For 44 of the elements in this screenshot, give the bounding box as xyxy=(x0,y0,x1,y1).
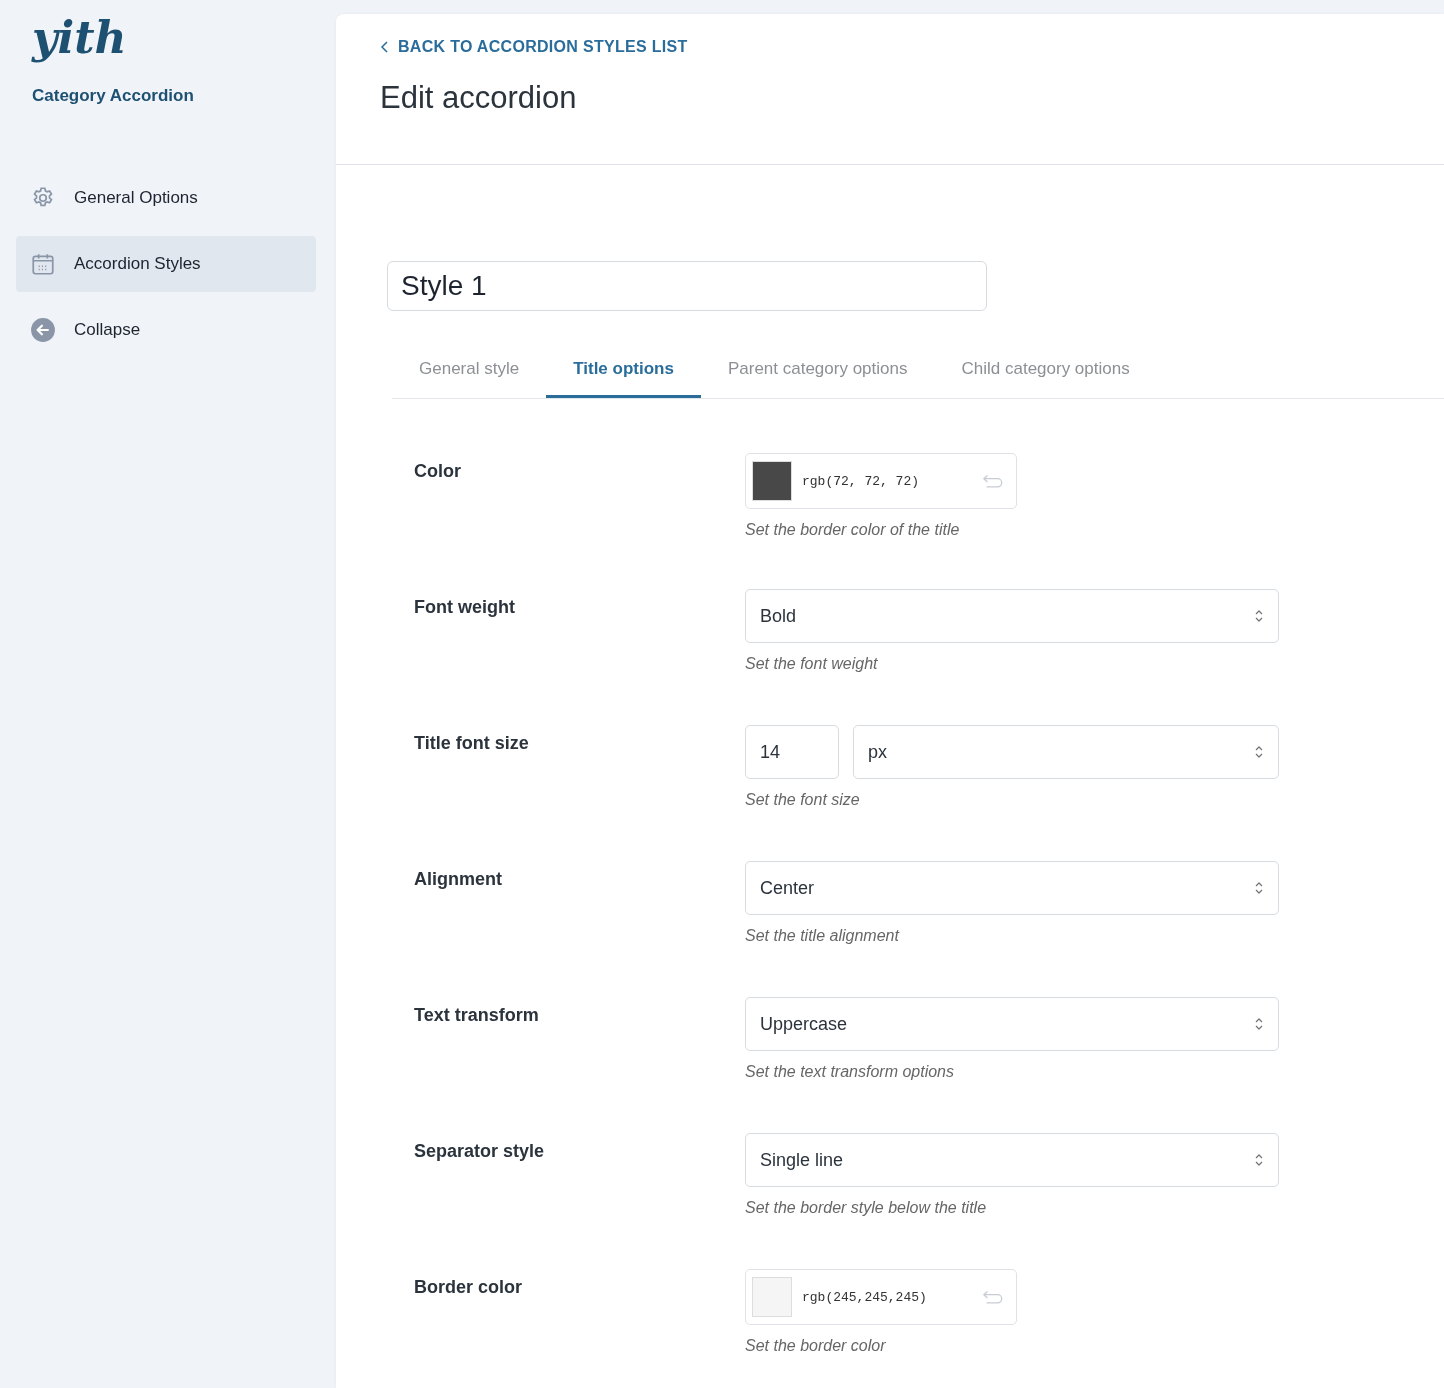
field-description: Set the border style below the title xyxy=(745,1199,988,1217)
select-field[interactable]: Single line xyxy=(745,1133,1279,1187)
field-description: Set the font size xyxy=(745,791,861,809)
plugin-name: Category Accordion xyxy=(32,86,195,106)
up-down-chevron-icon xyxy=(1254,744,1264,760)
page-title: Edit accordion xyxy=(380,80,578,116)
chevron-left-icon xyxy=(380,40,390,54)
color-swatch xyxy=(752,1277,792,1317)
option-label: Color xyxy=(414,460,462,483)
field-description: Set the font weight xyxy=(745,655,879,673)
back-link[interactable]: BACK TO ACCORDION STYLES LIST xyxy=(380,38,688,56)
up-down-chevron-icon xyxy=(1254,608,1264,624)
tab[interactable]: Title options xyxy=(546,347,701,398)
select-field[interactable]: Center xyxy=(745,861,1279,915)
color-picker[interactable]: rgb(72, 72, 72) xyxy=(745,453,1017,509)
field-description: Set the border color xyxy=(745,1337,887,1355)
option-label: Font weight xyxy=(414,596,516,619)
select-field[interactable]: Uppercase xyxy=(745,997,1279,1051)
up-down-chevron-icon xyxy=(1254,1152,1264,1168)
color-picker[interactable]: rgb(245,245,245) xyxy=(745,1269,1017,1325)
undo-icon[interactable] xyxy=(982,473,1004,489)
color-swatch xyxy=(752,461,792,501)
up-down-chevron-icon xyxy=(1254,880,1264,896)
option-label: Border color xyxy=(414,1276,524,1299)
select-field[interactable]: Bold xyxy=(745,589,1279,643)
sidebar-item[interactable]: Collapse xyxy=(16,302,316,358)
up-down-chevron-icon xyxy=(1254,1016,1264,1032)
undo-icon[interactable] xyxy=(982,1289,1004,1305)
sidebar-item[interactable]: Accordion Styles xyxy=(16,236,316,292)
option-label: Separator style xyxy=(414,1140,546,1163)
field-description: Set the border color of the title xyxy=(745,521,961,539)
unit-select[interactable]: px xyxy=(853,725,1279,779)
field-description: Set the text transform options xyxy=(745,1063,955,1081)
color-value: rgb(72, 72, 72) xyxy=(802,473,921,489)
logo: yith xyxy=(32,11,128,65)
color-value: rgb(245,245,245) xyxy=(802,1289,928,1305)
field-description: Set the title alignment xyxy=(745,927,901,945)
calendar-icon xyxy=(30,251,56,277)
number-field[interactable]: 14 xyxy=(745,725,839,779)
style-name-field[interactable]: Style 1 xyxy=(387,261,987,311)
option-label: Text transform xyxy=(414,1004,540,1027)
option-label: Alignment xyxy=(414,868,503,891)
option-label: Title font size xyxy=(414,732,530,755)
sidebar-item[interactable]: General Options xyxy=(16,170,316,226)
